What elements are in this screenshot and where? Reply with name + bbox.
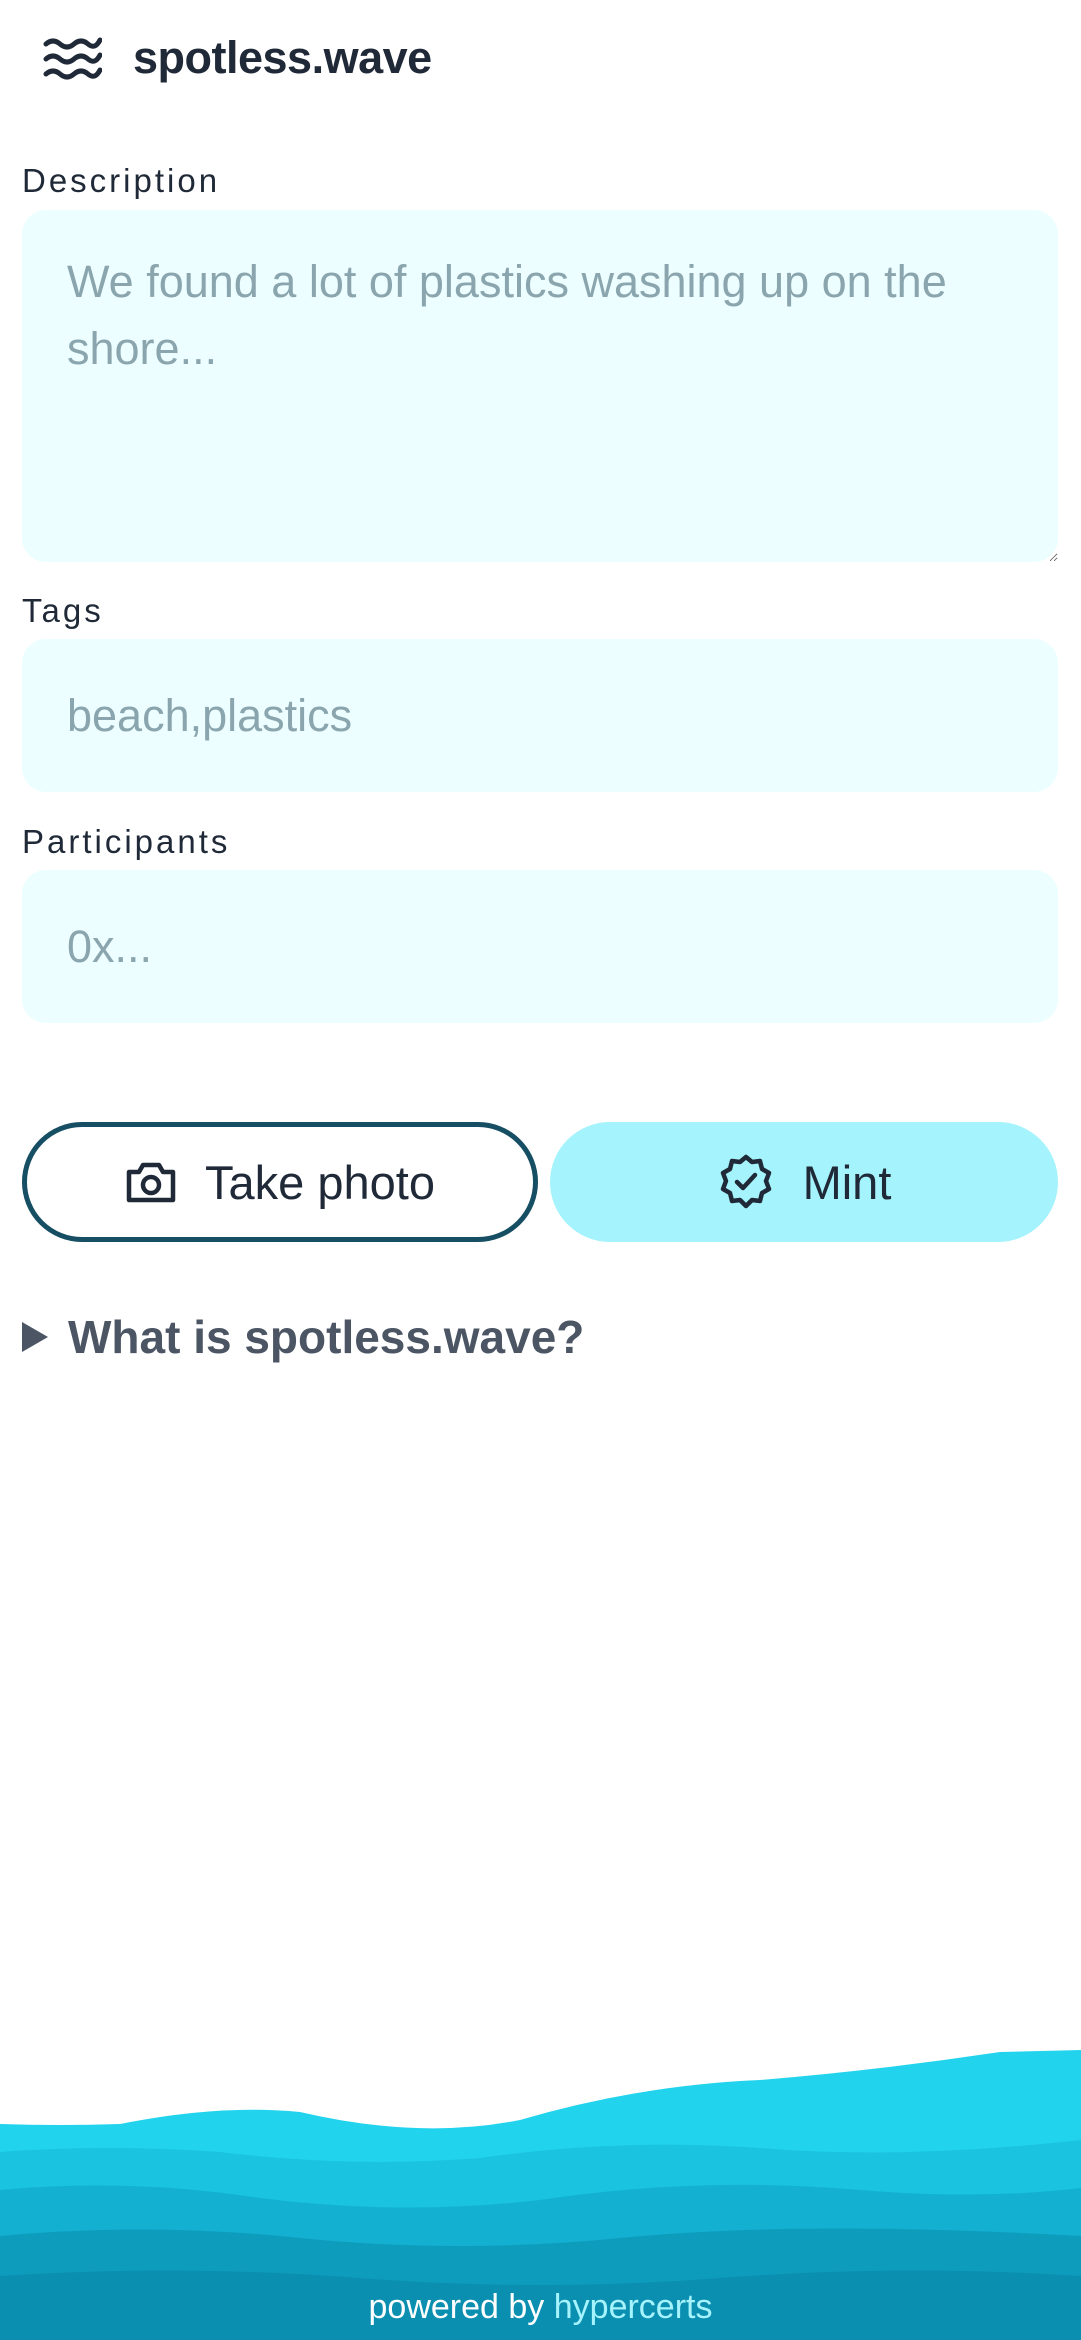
about-summary: What is spotless.wave? [68,1311,585,1363]
app-title: spotless.wave [133,32,432,83]
powered-by-text: powered by [368,2288,545,2326]
take-photo-label: Take photo [205,1155,435,1209]
app-header: spotless.wave [0,0,1081,122]
mint-label: Mint [802,1155,892,1209]
footer: powered by hypercerts [0,2288,1081,2327]
waves-icon[interactable] [42,36,102,82]
mint-button[interactable]: Mint [550,1122,1058,1242]
description-textarea[interactable] [22,210,1058,562]
description-label: Description [22,162,221,199]
camera-icon [126,1162,176,1203]
participants-label: Participants [22,823,231,860]
take-photo-button[interactable]: Take photo [22,1122,538,1242]
about-details[interactable]: What is spotless.wave? [22,1310,584,1364]
hypercerts-link[interactable]: hypercerts [554,2288,713,2326]
disclosure-triangle-icon [22,1322,48,1352]
badge-check-icon [720,1154,771,1209]
participants-input[interactable] [22,870,1058,1023]
tags-input[interactable] [22,639,1058,792]
tags-label: Tags [22,592,104,629]
